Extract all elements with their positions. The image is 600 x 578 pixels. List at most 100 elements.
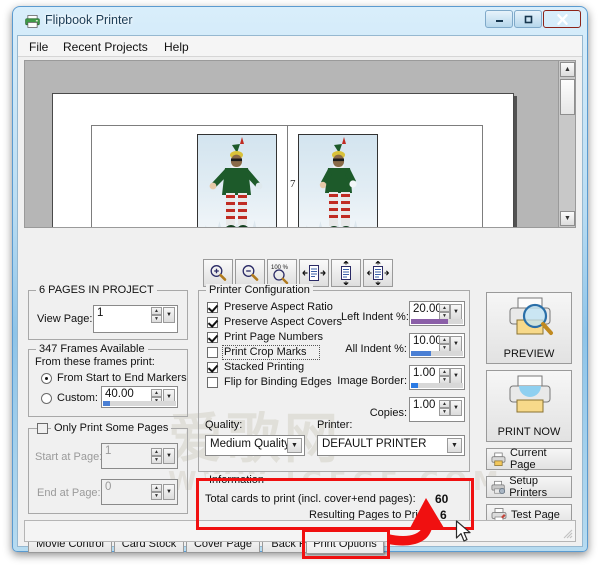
chevron-down-icon[interactable]: ▼ (287, 438, 302, 453)
fit-page-button[interactable] (363, 259, 393, 287)
spin-up-icon[interactable]: ▲ (439, 336, 450, 344)
radio-custom-label: Custom: (57, 392, 98, 404)
application-window: Flipbook Printer File Recent Projects He… (12, 6, 588, 559)
maximize-button[interactable] (514, 10, 542, 28)
zoom-toolbar: 100 % (203, 259, 393, 287)
scroll-down-button[interactable]: ▼ (560, 211, 575, 226)
checkbox-stacked-printing[interactable] (207, 362, 218, 373)
image-border-dropdown-icon[interactable]: ▼ (450, 368, 462, 384)
start-dropdown-icon[interactable]: ▼ (163, 448, 175, 464)
zoom-in-icon (210, 265, 227, 281)
image-border-bar (411, 383, 463, 388)
setup-printers-label: Setup Printers (509, 475, 548, 499)
zoom-in-button[interactable] (203, 259, 233, 287)
image-border-value: 1.00 (413, 367, 436, 379)
copies-label: Copies: (369, 407, 407, 419)
end-at-page-value: 0 (105, 481, 112, 493)
menu-item-help[interactable]: Help (159, 39, 194, 55)
zoom-100-percent-button[interactable]: 100 % (267, 259, 297, 287)
spin-up-icon[interactable]: ▲ (439, 368, 450, 376)
end-at-page-spinner[interactable]: 0 ▲ ▼ ▼ (101, 479, 178, 505)
spin-up-icon[interactable]: ▲ (151, 389, 162, 397)
image-border-bar-fill (411, 383, 419, 388)
pages-in-project-group: 6 PAGES IN PROJECT View Page: 1 ▲ ▼ ▼ (28, 284, 188, 340)
frames-available-group: 347 Frames Available From these frames p… (28, 343, 188, 417)
preview-vertical-scrollbar[interactable]: ▲ ▼ (558, 61, 575, 227)
spin-up-icon[interactable]: ▲ (439, 400, 450, 408)
only-print-some-pages-checkbox[interactable] (37, 423, 48, 434)
print-preview-pane[interactable]: 7 ▲ ▼ (24, 60, 576, 228)
print-now-button[interactable]: PRINT NOW (486, 370, 572, 442)
print-now-button-label: PRINT NOW (497, 426, 561, 438)
spin-up-icon[interactable]: ▲ (151, 448, 162, 456)
checkbox-print-crop-marks[interactable] (207, 347, 218, 358)
left-indent-dropdown-icon[interactable]: ▼ (450, 304, 462, 320)
pages-in-project-title: 6 PAGES IN PROJECT (36, 284, 157, 296)
current-page-button[interactable]: Current Page (486, 447, 572, 471)
spin-up-icon[interactable]: ▲ (151, 484, 162, 492)
checkbox-preserve-aspect-covers[interactable] (207, 317, 218, 328)
copies-spinner[interactable]: 1.00 ▲ ▼ ▼ (409, 397, 465, 422)
quality-combo[interactable]: Medium Quality ▼ (205, 435, 305, 456)
minimize-button[interactable] (485, 10, 513, 28)
fit-height-button[interactable] (331, 259, 361, 287)
label-preserve-aspect-ratio: Preserve Aspect Ratio (224, 301, 333, 313)
spin-down-icon[interactable]: ▼ (151, 315, 162, 323)
maximize-icon (515, 11, 541, 27)
all-indent-dropdown-icon[interactable]: ▼ (450, 336, 462, 352)
preview-canvas[interactable]: 7 (25, 61, 558, 227)
printer-configuration-title: Printer Configuration (206, 284, 313, 296)
preview-button-label: PREVIEW (503, 348, 555, 360)
printer-icon (25, 15, 40, 28)
all-indent-bar (411, 351, 463, 356)
view-page-dropdown-icon[interactable]: ▼ (163, 307, 175, 323)
checkbox-preserve-aspect-ratio[interactable] (207, 302, 218, 313)
spin-up-icon[interactable]: ▲ (439, 304, 450, 312)
end-dropdown-icon[interactable]: ▼ (163, 484, 175, 500)
menu-bar: File Recent Projects Help (18, 36, 582, 57)
scrollbar-thumb[interactable] (560, 79, 575, 115)
label-flip-for-binding-edges: Flip for Binding Edges (224, 376, 332, 388)
fit-width-button[interactable] (299, 259, 329, 287)
menu-item-recent-projects[interactable]: Recent Projects (58, 39, 153, 55)
menu-item-file[interactable]: File (24, 39, 53, 55)
image-border-spin-buttons[interactable]: ▲ ▼ (439, 368, 450, 384)
close-icon (544, 11, 580, 27)
radio-custom[interactable] (41, 393, 52, 404)
fit-page-icon (366, 261, 390, 285)
all-indent-spin-buttons[interactable]: ▲ ▼ (439, 336, 450, 352)
left-indent-spin-buttons[interactable]: ▲ ▼ (439, 304, 450, 320)
chevron-down-icon[interactable]: ▼ (447, 438, 462, 453)
setup-printers-button[interactable]: Setup Printers (486, 475, 572, 499)
left-indent-spinner[interactable]: 20.00 ▲ ▼ ▼ (409, 301, 465, 326)
total-cards-label: Total cards to print (incl. cover+end pa… (205, 493, 416, 505)
only-print-some-pages-title: Only Print Some Pages (51, 422, 172, 434)
copies-spin-buttons[interactable]: ▲ ▼ (439, 400, 450, 416)
radio-start-to-end-markers[interactable] (41, 373, 52, 384)
start-at-page-spinner[interactable]: 1 ▲ ▼ ▼ (101, 443, 178, 469)
copies-dropdown-icon[interactable]: ▼ (450, 400, 462, 416)
copies-value: 1.00 (413, 399, 436, 411)
zoom-out-button[interactable] (235, 259, 265, 287)
printer-combo[interactable]: DEFAULT PRINTER ▼ (317, 435, 465, 456)
printer-small-icon (491, 452, 506, 466)
spin-up-icon[interactable]: ▲ (151, 307, 162, 315)
preview-button[interactable]: PREVIEW (486, 292, 572, 364)
close-button[interactable] (543, 10, 581, 28)
spin-down-icon[interactable]: ▼ (151, 492, 162, 500)
end-spin-buttons[interactable]: ▲ ▼ (151, 484, 162, 500)
spin-down-icon[interactable]: ▼ (151, 456, 162, 464)
image-border-spinner[interactable]: 1.00 ▲ ▼ ▼ (409, 365, 465, 390)
checkbox-flip-for-binding-edges[interactable] (207, 377, 218, 388)
resize-grip-icon[interactable] (561, 527, 573, 539)
printer-label: Printer: (317, 419, 353, 431)
custom-frames-spinner[interactable]: 40.00 ▲ ▼ ▼ (101, 386, 178, 408)
scroll-up-button[interactable]: ▲ (560, 62, 575, 77)
view-page-spin-buttons[interactable]: ▲ ▼ (151, 307, 162, 323)
spin-down-icon[interactable]: ▼ (439, 408, 450, 416)
start-spin-buttons[interactable]: ▲ ▼ (151, 448, 162, 464)
view-page-spinner[interactable]: 1 ▲ ▼ ▼ (93, 305, 178, 333)
checkbox-print-page-numbers[interactable] (207, 332, 218, 343)
printer-value: DEFAULT PRINTER (322, 438, 427, 450)
all-indent-spinner[interactable]: 10.00 ▲ ▼ ▼ (409, 333, 465, 358)
